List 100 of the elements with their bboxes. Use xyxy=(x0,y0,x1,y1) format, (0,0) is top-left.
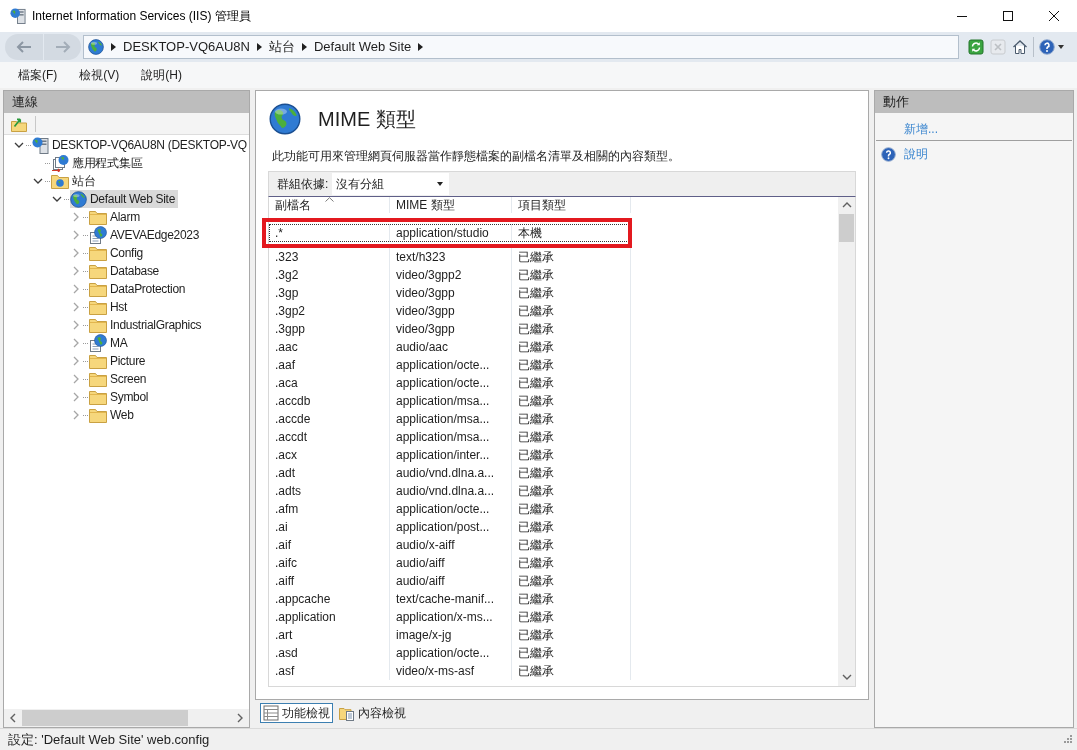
folder-icon xyxy=(89,353,107,369)
tree-item[interactable]: 應用程式集區 xyxy=(51,154,146,172)
breadcrumb-arrow-icon[interactable] xyxy=(418,43,424,51)
table-row[interactable]: .asf video/x-ms-asf 已繼承 xyxy=(269,662,631,680)
help-button[interactable] xyxy=(1036,36,1067,58)
table-cell: audio/x-aiff xyxy=(390,536,512,554)
table-cell: text/h323 xyxy=(390,248,512,266)
scroll-up-icon[interactable] xyxy=(841,202,852,208)
table-cell: 已繼承 xyxy=(512,626,631,644)
tree-item[interactable]: Hst xyxy=(89,298,131,316)
table-row[interactable]: .accdt application/msa... 已繼承 xyxy=(269,428,631,446)
breadcrumb-item[interactable]: 站台 xyxy=(268,37,295,57)
table-row[interactable]: .aif audio/x-aiff 已繼承 xyxy=(269,536,631,554)
breadcrumb-arrow-icon[interactable] xyxy=(111,43,116,51)
table-row[interactable]: .appcache text/cache-manif... 已繼承 xyxy=(269,590,631,608)
tree-item[interactable]: Alarm xyxy=(89,208,143,226)
breadcrumb-arrow-icon[interactable] xyxy=(301,43,307,51)
menu-item[interactable]: 檢視(V) xyxy=(71,64,128,86)
scroll-right-icon[interactable] xyxy=(237,713,243,723)
table-cell: .accdt xyxy=(269,428,390,446)
back-button[interactable] xyxy=(5,34,43,60)
table-row[interactable]: .323 text/h323 已繼承 xyxy=(269,248,631,266)
table-cell: .aifc xyxy=(269,554,390,572)
table-cell: .aca xyxy=(269,374,390,392)
table-row[interactable]: .afm application/octe... 已繼承 xyxy=(269,500,631,518)
tree-item[interactable]: Database xyxy=(89,262,162,280)
table-cell: .3g2 xyxy=(269,266,390,284)
tree-item[interactable]: AVEVAEdge2023 xyxy=(89,226,203,244)
table-cell: 已繼承 xyxy=(512,500,631,518)
table-cell: 已繼承 xyxy=(512,482,631,500)
menu-item[interactable]: 檔案(F) xyxy=(10,64,66,86)
table-row[interactable]: .asd application/octe... 已繼承 xyxy=(269,644,631,662)
table-cell: .accde xyxy=(269,410,390,428)
column-header[interactable]: MIME 類型 xyxy=(390,197,512,213)
table-cell: 已繼承 xyxy=(512,518,631,536)
menu-item[interactable]: 說明(H) xyxy=(133,64,190,86)
home-icon xyxy=(1012,39,1028,55)
table-row[interactable]: .3gp video/3gpp 已繼承 xyxy=(269,284,631,302)
tree-item[interactable]: Screen xyxy=(89,370,150,388)
tree-item[interactable]: DataProtection xyxy=(89,280,189,298)
table-row[interactable]: .3g2 video/3gpp2 已繼承 xyxy=(269,266,631,284)
table-cell: audio/vnd.dlna.a... xyxy=(390,482,512,500)
description-text: 此功能可用來管理網頁伺服器當作靜態檔案的副檔名清單及相關的內容類型。 xyxy=(272,148,681,164)
table-cell: 本機 xyxy=(512,224,631,242)
table-cell: 已繼承 xyxy=(512,464,631,482)
breadcrumb-arrow-icon[interactable] xyxy=(256,43,262,51)
action-link[interactable]: 新增... xyxy=(875,119,938,139)
action-link[interactable]: 說明 xyxy=(875,144,928,164)
tree-item[interactable]: Web xyxy=(89,406,137,424)
breadcrumb-item[interactable]: Default Web Site xyxy=(313,37,412,57)
table-row[interactable]: .accde application/msa... 已繼承 xyxy=(269,410,631,428)
scrollbar-thumb[interactable] xyxy=(22,710,188,726)
address-bar[interactable]: DESKTOP-VQ6AU8N 站台 Default Web Site xyxy=(83,35,959,59)
table-row[interactable]: .3gp2 video/3gpp 已繼承 xyxy=(269,302,631,320)
tree-item[interactable]: Picture xyxy=(89,352,149,370)
table-row[interactable]: .adts audio/vnd.dlna.a... 已繼承 xyxy=(269,482,631,500)
horizontal-scrollbar[interactable] xyxy=(4,709,249,727)
table-row[interactable]: .application application/x-ms... 已繼承 xyxy=(269,608,631,626)
table-cell: 已繼承 xyxy=(512,608,631,626)
table-row[interactable]: .adt audio/vnd.dlna.a... 已繼承 xyxy=(269,464,631,482)
breadcrumb-item[interactable]: DESKTOP-VQ6AU8N xyxy=(123,37,250,57)
table-row[interactable]: .aaf application/octe... 已繼承 xyxy=(269,356,631,374)
resize-grip-icon[interactable] xyxy=(1061,733,1073,746)
table-row[interactable]: .aifc audio/aiff 已繼承 xyxy=(269,554,631,572)
folder-icon xyxy=(89,371,107,387)
status-text: 設定: 'Default Web Site' web.config xyxy=(8,730,210,749)
view-tab[interactable]: 功能檢視 xyxy=(260,703,333,723)
tree-item[interactable]: Default Web Site xyxy=(70,190,179,208)
globe-icon xyxy=(269,103,301,135)
table-row[interactable]: .ai application/post... 已繼承 xyxy=(269,518,631,536)
dropdown-value: 沒有分組 xyxy=(336,176,385,193)
table-row[interactable]: .aac audio/aac 已繼承 xyxy=(269,338,631,356)
table-row[interactable]: .* application/studio 本機 xyxy=(269,224,631,242)
column-header[interactable]: 副檔名 xyxy=(269,197,390,213)
column-header[interactable]: 項目類型 xyxy=(512,197,631,213)
table-row[interactable]: .art image/x-jg 已繼承 xyxy=(269,626,631,644)
table-row[interactable]: .acx application/inter... 已繼承 xyxy=(269,446,631,464)
forward-button[interactable] xyxy=(43,34,81,60)
table-row[interactable]: .3gpp video/3gpp 已繼承 xyxy=(269,320,631,338)
help-icon xyxy=(1039,39,1055,55)
vertical-scrollbar[interactable] xyxy=(838,197,855,686)
scroll-down-icon[interactable] xyxy=(841,674,852,680)
forward-arrow-icon xyxy=(54,40,71,54)
scroll-left-icon[interactable] xyxy=(10,713,16,723)
table-row[interactable]: .aca application/octe... 已繼承 xyxy=(269,374,631,392)
tree-item[interactable]: MA xyxy=(89,334,131,352)
refresh-button[interactable] xyxy=(965,36,987,58)
scrollbar-thumb[interactable] xyxy=(839,214,854,242)
table-cell: 已繼承 xyxy=(512,644,631,662)
tree-item[interactable]: Symbol xyxy=(89,388,152,406)
tree-item[interactable]: 站台 xyxy=(51,172,99,190)
tree-item[interactable]: Config xyxy=(89,244,146,262)
view-tab[interactable]: 內容檢視 xyxy=(336,703,409,723)
table-row[interactable]: .accdb application/msa... 已繼承 xyxy=(269,392,631,410)
page-title: MIME 類型 xyxy=(318,107,416,132)
table-row[interactable]: .aiff audio/aiff 已繼承 xyxy=(269,572,631,590)
tree-item[interactable]: IndustrialGraphics xyxy=(89,316,205,334)
group-by-dropdown[interactable]: 沒有分組 xyxy=(332,173,450,195)
tree-item[interactable]: DESKTOP-VQ6AU8N (DESKTOP-VQ xyxy=(32,136,249,154)
table-cell: .3gpp xyxy=(269,320,390,338)
